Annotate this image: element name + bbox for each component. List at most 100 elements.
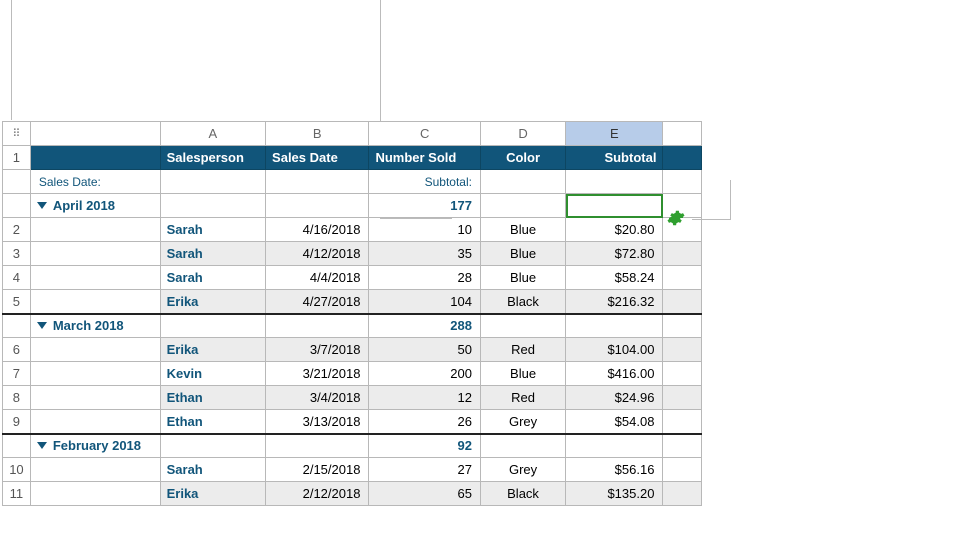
cell-group[interactable]	[30, 290, 160, 314]
row-number[interactable]: 3	[3, 242, 31, 266]
cell-subtotal[interactable]: $216.32	[566, 290, 663, 314]
cell-group[interactable]	[30, 218, 160, 242]
row-number[interactable]: 11	[3, 482, 31, 506]
group-cell-b[interactable]	[266, 194, 369, 218]
cell-salesperson[interactable]: Ethan	[160, 410, 265, 434]
column-header-a[interactable]: A	[160, 122, 265, 146]
cell-group[interactable]	[30, 242, 160, 266]
cell-number-sold[interactable]: 50	[369, 338, 481, 362]
cell-sales-date[interactable]: 3/7/2018	[266, 338, 369, 362]
group-subtotal-number-sold[interactable]: 177	[369, 194, 481, 218]
group-toggle[interactable]: April 2018	[30, 194, 160, 218]
cell-group[interactable]	[30, 410, 160, 434]
cell-sales-date[interactable]: 4/12/2018	[266, 242, 369, 266]
disclosure-triangle-icon[interactable]	[37, 202, 47, 209]
group-cell-b[interactable]	[266, 314, 369, 338]
cell-number-sold[interactable]: 104	[369, 290, 481, 314]
summary-label-group[interactable]: Sales Date:	[30, 170, 160, 194]
row-number[interactable]: 8	[3, 386, 31, 410]
cell-group[interactable]	[30, 338, 160, 362]
summary-label-d[interactable]	[480, 170, 565, 194]
header-salesperson[interactable]: Salesperson	[160, 146, 265, 170]
header-color[interactable]: Color	[480, 146, 565, 170]
cell-subtotal[interactable]: $72.80	[566, 242, 663, 266]
cell-subtotal[interactable]: $54.08	[566, 410, 663, 434]
cell-sales-date[interactable]: 3/21/2018	[266, 362, 369, 386]
cell-sales-date[interactable]: 4/27/2018	[266, 290, 369, 314]
cell-salesperson[interactable]: Ethan	[160, 386, 265, 410]
cell-number-sold[interactable]: 200	[369, 362, 481, 386]
cell-color[interactable]: Grey	[480, 410, 565, 434]
summary-action-button[interactable]	[666, 208, 686, 228]
group-cell-a[interactable]	[160, 194, 265, 218]
cell-salesperson[interactable]: Erika	[160, 482, 265, 506]
cell-subtotal[interactable]: $135.20	[566, 482, 663, 506]
cell-group[interactable]	[30, 386, 160, 410]
cell-sales-date[interactable]: 2/15/2018	[266, 458, 369, 482]
column-header-c[interactable]: C	[369, 122, 481, 146]
cell-number-sold[interactable]: 12	[369, 386, 481, 410]
column-header-e[interactable]: E	[566, 122, 663, 146]
row-number[interactable]: 7	[3, 362, 31, 386]
cell-salesperson[interactable]: Erika	[160, 338, 265, 362]
cell-subtotal[interactable]: $56.16	[566, 458, 663, 482]
group-subtotal-number-sold[interactable]: 92	[369, 434, 481, 458]
cell-group[interactable]	[30, 458, 160, 482]
header-number-sold[interactable]: Number Sold	[369, 146, 481, 170]
cell-sales-date[interactable]: 3/13/2018	[266, 410, 369, 434]
cell-salesperson[interactable]: Sarah	[160, 218, 265, 242]
cell-color[interactable]: Blue	[480, 362, 565, 386]
cell-color[interactable]: Blue	[480, 218, 565, 242]
cell-subtotal[interactable]: $20.80	[566, 218, 663, 242]
cell-number-sold[interactable]: 65	[369, 482, 481, 506]
cell-group[interactable]	[30, 482, 160, 506]
cell-sales-date[interactable]: 4/4/2018	[266, 266, 369, 290]
group-cell-d[interactable]	[480, 194, 565, 218]
group-subtotal-cell[interactable]	[566, 314, 663, 338]
cell-salesperson[interactable]: Sarah	[160, 242, 265, 266]
group-toggle[interactable]: February 2018	[30, 434, 160, 458]
header-group-cell[interactable]	[30, 146, 160, 170]
summary-label-b[interactable]	[266, 170, 369, 194]
cell-color[interactable]: Red	[480, 386, 565, 410]
cell-color[interactable]: Grey	[480, 458, 565, 482]
cell-subtotal[interactable]: $104.00	[566, 338, 663, 362]
row-number[interactable]: 4	[3, 266, 31, 290]
group-subtotal-cell[interactable]	[566, 194, 663, 218]
summary-label-e[interactable]	[566, 170, 663, 194]
cell-number-sold[interactable]: 26	[369, 410, 481, 434]
cell-number-sold[interactable]: 10	[369, 218, 481, 242]
cell-color[interactable]: Blue	[480, 242, 565, 266]
table-select-handle[interactable]: ⠿	[3, 122, 31, 146]
group-cell-a[interactable]	[160, 434, 265, 458]
row-number[interactable]: 9	[3, 410, 31, 434]
column-header-b[interactable]: B	[266, 122, 369, 146]
group-toggle[interactable]: March 2018	[30, 314, 160, 338]
cell-color[interactable]: Black	[480, 482, 565, 506]
cell-sales-date[interactable]: 3/4/2018	[266, 386, 369, 410]
summary-label-a[interactable]	[160, 170, 265, 194]
group-cell-b[interactable]	[266, 434, 369, 458]
cell-salesperson[interactable]: Sarah	[160, 266, 265, 290]
cell-salesperson[interactable]: Sarah	[160, 458, 265, 482]
group-subtotal-number-sold[interactable]: 288	[369, 314, 481, 338]
group-cell-a[interactable]	[160, 314, 265, 338]
row-number[interactable]: 1	[3, 146, 31, 170]
disclosure-triangle-icon[interactable]	[37, 322, 47, 329]
cell-sales-date[interactable]: 2/12/2018	[266, 482, 369, 506]
cell-salesperson[interactable]: Kevin	[160, 362, 265, 386]
row-number[interactable]: 10	[3, 458, 31, 482]
column-header-d[interactable]: D	[480, 122, 565, 146]
cell-group[interactable]	[30, 362, 160, 386]
cell-group[interactable]	[30, 266, 160, 290]
cell-color[interactable]: Red	[480, 338, 565, 362]
cell-number-sold[interactable]: 28	[369, 266, 481, 290]
column-header-group[interactable]	[30, 122, 160, 146]
header-subtotal[interactable]: Subtotal	[566, 146, 663, 170]
row-number[interactable]: 5	[3, 290, 31, 314]
cell-color[interactable]: Blue	[480, 266, 565, 290]
row-number[interactable]: 2	[3, 218, 31, 242]
cell-color[interactable]: Black	[480, 290, 565, 314]
cell-subtotal[interactable]: $58.24	[566, 266, 663, 290]
cell-sales-date[interactable]: 4/16/2018	[266, 218, 369, 242]
